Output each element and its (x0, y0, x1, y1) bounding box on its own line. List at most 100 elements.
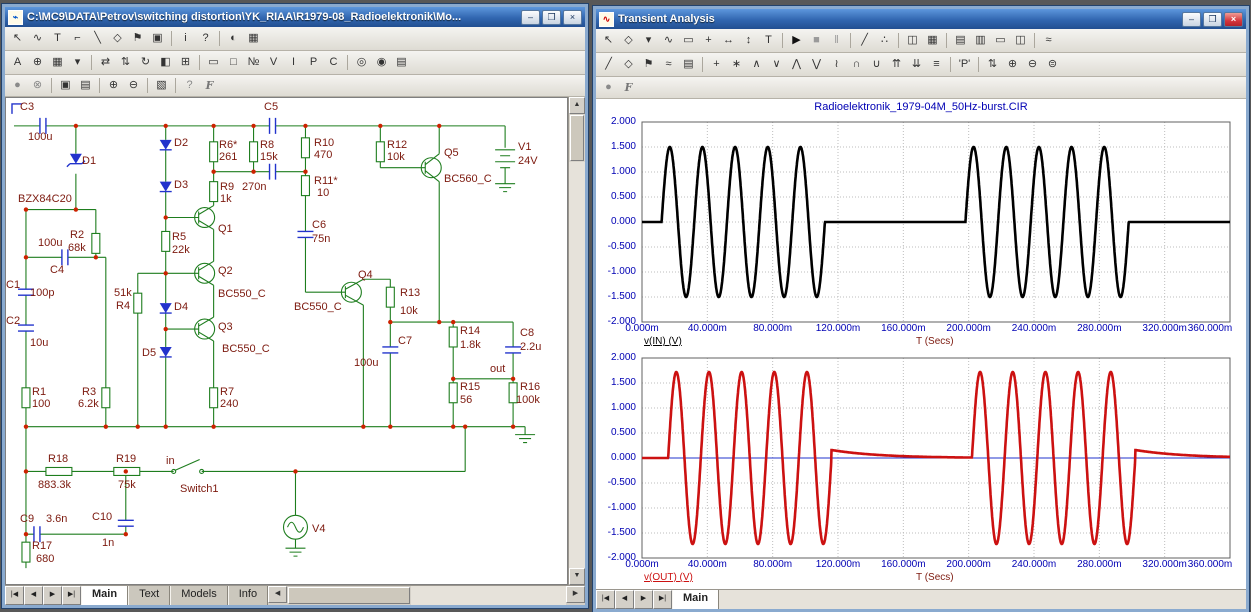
power-icon[interactable]: P (304, 53, 323, 72)
component-label[interactable]: 3.6n (46, 514, 67, 525)
wave-icon[interactable]: ∿ (659, 31, 678, 50)
horizontal-tag-icon[interactable]: ↔ (719, 31, 738, 50)
trace-label[interactable]: v(OUT) (V) (644, 572, 693, 584)
component-icon[interactable]: ∿ (28, 29, 47, 48)
component-label[interactable]: C10 (92, 512, 112, 523)
component-label[interactable]: 470 (314, 150, 332, 161)
component-label[interactable]: V1 (518, 142, 531, 153)
component-label[interactable]: D5 (142, 348, 156, 359)
plot-columns-icon[interactable]: ▥ (971, 31, 990, 50)
zoom-in-icon[interactable]: ⊕ (104, 76, 123, 95)
graphics-polygon-icon[interactable]: ◇ (619, 55, 638, 74)
slider-icon[interactable]: ╱ (855, 31, 874, 50)
component-label[interactable]: 10 (317, 188, 329, 199)
tab-models[interactable]: Models (170, 586, 228, 605)
previous-page-button[interactable]: ◀ (615, 590, 634, 609)
properties-icon[interactable]: ▤ (679, 55, 698, 74)
cursor-mode-icon[interactable]: + (699, 31, 718, 50)
component-label[interactable]: C1 (6, 280, 20, 291)
component-label[interactable]: R3 (82, 387, 96, 398)
low-icon[interactable]: ⋁ (807, 55, 826, 74)
component-label[interactable]: D3 (174, 180, 188, 191)
component-label[interactable]: Q2 (218, 266, 233, 277)
component-label[interactable]: 100u (38, 238, 62, 249)
inflection-icon[interactable]: ≀ (827, 55, 846, 74)
properties-icon[interactable]: ▤ (392, 53, 411, 72)
horizontal-scrollbar-thumb[interactable] (288, 587, 411, 604)
info-icon[interactable]: i (176, 29, 195, 48)
component-label[interactable]: R9 (220, 182, 234, 193)
copy-to-clipboard-icon[interactable]: ▣ (56, 76, 75, 95)
step-component-icon[interactable]: ⊞ (176, 53, 195, 72)
component-label[interactable]: 680 (36, 554, 54, 565)
component-label[interactable]: C8 (520, 328, 534, 339)
vertical-scrollbar[interactable]: ▲ ▼ (568, 97, 585, 585)
plot-grid[interactable] (596, 353, 1246, 589)
component-label[interactable]: BC560_C (444, 174, 492, 185)
component-label[interactable]: 24V (518, 156, 538, 167)
analysis-window-titlebar[interactable]: ∿ Transient Analysis – ❒ × (596, 9, 1246, 29)
select-arrow-icon[interactable]: ↖ (599, 31, 618, 50)
component-label[interactable]: D2 (174, 138, 188, 149)
align-cursors-icon[interactable]: ≡ (927, 55, 946, 74)
flip-horizontal-icon[interactable]: ⇄ (96, 53, 115, 72)
component-label[interactable]: R6* (219, 140, 237, 151)
component-label[interactable]: BC550_C (222, 344, 270, 355)
output-voltage-plot[interactable]: 2.000 1.500 1.000 0.500 0.000 -0.500 -1.000 -1.… (596, 353, 1246, 589)
restore-button[interactable]: ❒ (1203, 11, 1222, 27)
component-label[interactable]: 1.8k (460, 340, 481, 351)
panel-left-icon[interactable]: ◫ (903, 31, 922, 50)
text-page-icon[interactable]: A (8, 53, 27, 72)
minimize-button[interactable]: – (521, 9, 540, 25)
pin-connections-icon[interactable]: ⊕ (28, 53, 47, 72)
formula-icon[interactable]: F (200, 76, 219, 95)
component-label[interactable]: BC550_C (294, 302, 342, 313)
scroll-right-button[interactable]: ▶ (566, 586, 585, 603)
component-label[interactable]: R4 (116, 301, 130, 312)
grid-dropdown-icon[interactable]: ▾ (68, 53, 87, 72)
zoom-out-icon[interactable]: ⊖ (1023, 55, 1042, 74)
title-block-icon[interactable]: □ (224, 53, 243, 72)
next-point-icon[interactable]: ∗ (727, 55, 746, 74)
component-label[interactable]: C9 (20, 514, 34, 525)
component-label[interactable]: R12 (387, 140, 407, 151)
horizontal-scrollbar[interactable]: ◀ ▶ (268, 586, 585, 605)
go-to-performance-icon[interactable]: ⇅ (983, 55, 1002, 74)
component-label[interactable]: 100k (516, 395, 540, 406)
component-label[interactable]: 261 (219, 152, 237, 163)
vertical-scrollbar-thumb[interactable] (570, 115, 584, 161)
picture-icon[interactable]: ▣ (148, 29, 167, 48)
component-label[interactable]: 6.2k (78, 399, 99, 410)
graphics-flag-icon[interactable]: ⚑ (639, 55, 658, 74)
component-label[interactable]: R2 (70, 230, 84, 241)
panel-grid-icon[interactable]: ▦ (923, 31, 942, 50)
restore-button[interactable]: ❒ (542, 9, 561, 25)
last-page-button[interactable]: ▶| (653, 590, 672, 609)
global-high-icon[interactable]: ⇈ (887, 55, 906, 74)
rotate-icon[interactable]: ↻ (136, 53, 155, 72)
vertical-scrollbar-track[interactable] (569, 162, 585, 568)
component-label[interactable]: C7 (398, 336, 412, 347)
oscilloscope-icon[interactable]: ≈ (1039, 31, 1058, 50)
component-label[interactable]: 100u (28, 132, 52, 143)
scroll-up-button[interactable]: ▲ (569, 97, 585, 114)
pause-circle-icon[interactable]: ● (8, 76, 27, 95)
find-icon[interactable]: ◎ (352, 53, 371, 72)
component-label[interactable]: in (166, 456, 175, 467)
minimize-button[interactable]: – (1182, 11, 1201, 27)
component-label[interactable]: out (490, 364, 505, 375)
component-label[interactable]: R18 (48, 454, 68, 465)
graphics-icon[interactable]: ◇ (108, 29, 127, 48)
component-label[interactable]: Switch1 (180, 484, 219, 495)
component-label[interactable]: R19 (116, 454, 136, 465)
component-label[interactable]: C4 (50, 265, 64, 276)
photo-icon[interactable]: ▧ (152, 76, 171, 95)
component-label[interactable]: 270n (242, 182, 266, 193)
component-label[interactable]: 100p (30, 288, 54, 299)
zoom-in-icon[interactable]: ⊕ (1003, 55, 1022, 74)
component-label[interactable]: 68k (68, 243, 86, 254)
region-enable-icon[interactable]: ◐ (224, 29, 243, 48)
tab-text[interactable]: Text (128, 586, 171, 605)
next-page-button[interactable]: ▶ (43, 586, 62, 605)
run-icon[interactable]: ▶ (787, 31, 806, 50)
